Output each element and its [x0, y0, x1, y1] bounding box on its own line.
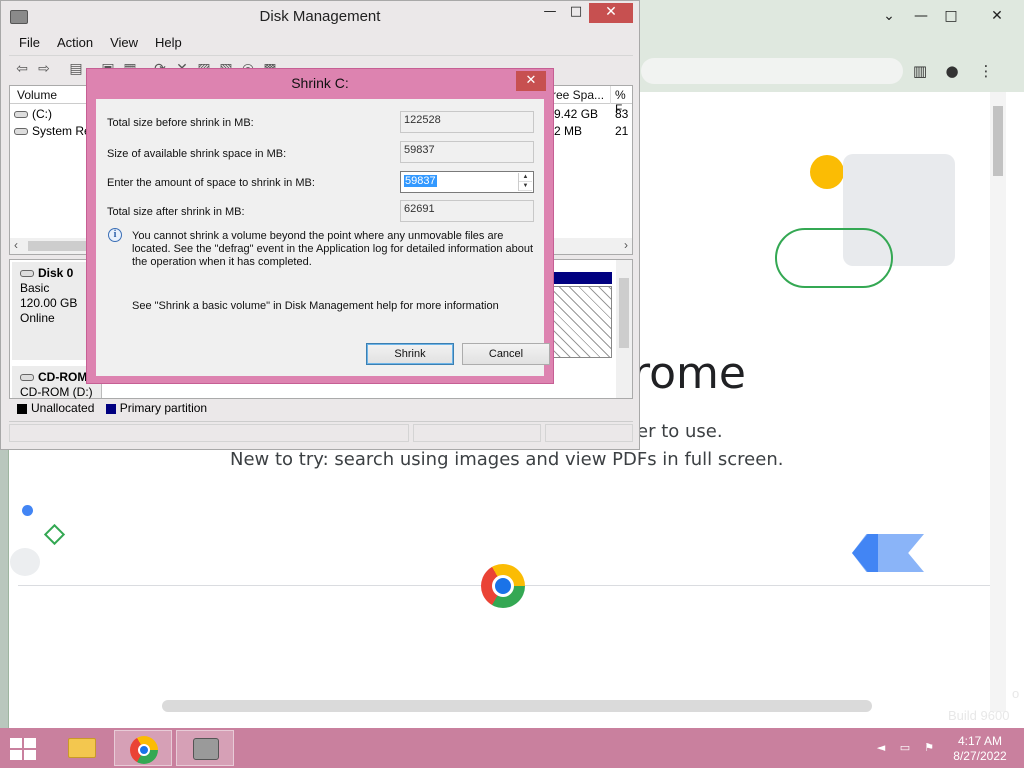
legend-primary-swatch	[105, 403, 116, 414]
more-menu-icon[interactable]: ⋮	[975, 60, 997, 82]
cancel-button[interactable]: Cancel	[462, 343, 550, 365]
side-panel-icon[interactable]: ▥	[909, 60, 931, 82]
disk-icon	[20, 270, 34, 278]
decor-yellow-dot	[810, 155, 844, 189]
minimize-icon[interactable]: —	[539, 3, 561, 23]
maximize-icon[interactable]: □	[937, 8, 965, 26]
tab-search-chevron-icon[interactable]: ⌄	[875, 8, 903, 26]
shrink-amount-value[interactable]: 59837	[404, 175, 437, 187]
column-volume[interactable]: Volume	[17, 88, 57, 102]
welcome-headline: rome	[632, 348, 746, 399]
volume-muted-icon[interactable]: ◄	[874, 742, 888, 754]
scroll-left-icon[interactable]: ‹	[14, 238, 18, 252]
menu-file[interactable]: File	[9, 33, 47, 50]
folder-icon	[68, 738, 96, 758]
dialog-title: Shrink C:	[291, 75, 349, 91]
column-free-space[interactable]: ree Spa...	[552, 88, 604, 102]
minimize-icon[interactable]: —	[907, 8, 935, 26]
dm-titlebar[interactable]: Disk Management — □ ✕	[1, 1, 639, 33]
clock[interactable]: 4:17 AM 8/27/2022	[950, 734, 1010, 764]
decor-blue-dot	[22, 505, 33, 516]
menu-view[interactable]: View	[100, 33, 145, 50]
disk-management-icon	[193, 738, 219, 760]
spin-down-icon[interactable]: ▼	[519, 182, 532, 191]
menu-bar: File Action View Help	[9, 33, 633, 53]
decor-green-pill	[775, 228, 893, 288]
network-icon[interactable]: ▭	[898, 742, 912, 754]
clock-date: 8/27/2022	[953, 749, 1007, 763]
legend-primary: Primary partition	[119, 401, 208, 415]
shrink-button[interactable]: Shrink	[366, 343, 454, 365]
console-tree-icon[interactable]: ▤	[67, 60, 85, 78]
watermark-edge: o	[1012, 686, 1020, 701]
close-icon[interactable]: ✕	[983, 8, 1011, 26]
chrome-icon	[130, 736, 158, 764]
info-icon: i	[108, 228, 122, 242]
chrome-taskbar-button[interactable]	[114, 730, 172, 766]
close-icon[interactable]: ✕	[516, 71, 546, 91]
info-text: You cannot shrink a volume beyond the po…	[132, 230, 534, 268]
menu-help[interactable]: Help	[145, 33, 189, 50]
legend-unallocated: Unallocated	[31, 401, 95, 415]
help-text: See "Shrink a basic volume" in Disk Mana…	[132, 300, 499, 312]
disk-view-vscrollbar[interactable]	[616, 260, 632, 398]
cdrom-icon	[20, 374, 34, 382]
chrome-vertical-scrollbar[interactable]	[990, 92, 1006, 712]
taskbar: ◄ ▭ ⚑ 4:17 AM 8/27/2022	[0, 728, 1024, 768]
shrink-dialog: Shrink C: ✕ Total size before shrink in …	[86, 68, 554, 384]
action-center-flag-icon[interactable]: ⚑	[922, 742, 936, 754]
legend-unallocated-swatch	[17, 403, 27, 414]
disk-management-taskbar-button[interactable]	[176, 730, 234, 766]
welcome-new-to-try: New to try: search using images and view…	[230, 449, 784, 470]
spin-up-icon[interactable]: ▲	[519, 173, 532, 182]
welcome-subline: ier to use.	[632, 421, 723, 442]
address-bar[interactable]	[641, 58, 903, 84]
forward-arrow-icon[interactable]: ⇨	[35, 60, 53, 78]
scroll-right-icon[interactable]: ›	[624, 238, 628, 252]
shrink-amount-spinbox[interactable]: 59837 ▲ ▼	[400, 171, 534, 193]
start-button[interactable]	[10, 738, 38, 760]
total-before-label: Total size before shrink in MB:	[107, 117, 254, 129]
decor-gray-circle	[10, 548, 40, 576]
available-space-field: 59837	[400, 141, 534, 163]
close-icon[interactable]: ✕	[589, 3, 633, 23]
dialog-body: Total size before shrink in MB: 122528 S…	[96, 99, 550, 376]
drive-icon	[14, 111, 28, 119]
total-after-field: 62691	[400, 200, 534, 222]
status-bar	[9, 421, 633, 443]
clock-time: 4:17 AM	[957, 734, 1003, 748]
back-arrow-icon[interactable]: ⇦	[13, 60, 31, 78]
shrink-amount-label: Enter the amount of space to shrink in M…	[107, 177, 315, 189]
chrome-logo-icon	[481, 564, 525, 608]
chrome-horizontal-scrollbar[interactable]	[162, 700, 872, 712]
maximize-icon[interactable]: □	[565, 3, 587, 23]
profile-avatar-icon[interactable]: ●	[941, 60, 963, 82]
total-after-label: Total size after shrink in MB:	[107, 206, 245, 218]
menu-action[interactable]: Action	[47, 33, 100, 50]
partition-header-bar	[550, 272, 612, 284]
file-explorer-taskbar-button[interactable]	[52, 730, 110, 766]
total-before-field: 122528	[400, 111, 534, 133]
drive-icon	[14, 128, 28, 136]
selected-partition-hatch[interactable]	[550, 286, 612, 358]
available-space-label: Size of available shrink space in MB:	[107, 148, 287, 160]
windows-build-watermark: Build 9600	[948, 708, 1010, 723]
legend: Unallocated Primary partition	[9, 401, 633, 419]
